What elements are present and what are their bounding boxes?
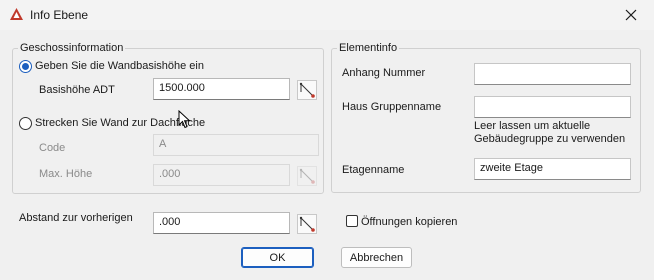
oeffnungen-kopieren-checkbox[interactable] <box>346 215 358 227</box>
pick-point-button[interactable] <box>297 80 317 100</box>
window-title: Info Ebene <box>30 8 89 22</box>
max-hoehe-input: .000 <box>153 164 290 186</box>
basishoehe-label: Basishöhe ADT <box>39 84 115 96</box>
anhang-nummer-input[interactable] <box>474 63 631 85</box>
etagenname-input[interactable]: zweite Etage <box>474 158 631 180</box>
strecken-radio[interactable] <box>19 117 32 130</box>
pick-point-icon <box>297 80 317 100</box>
wandbasis-radio[interactable] <box>19 60 32 73</box>
app-icon <box>9 7 24 22</box>
oeffnungen-kopieren-label[interactable]: Öffnungen kopieren <box>361 216 457 228</box>
anhang-nummer-label: Anhang Nummer <box>342 67 426 79</box>
abstand-label: Abstand zur vorherigen <box>19 212 133 224</box>
haus-gruppenname-input[interactable] <box>474 96 631 118</box>
ok-button[interactable]: OK <box>241 247 314 268</box>
abstand-input[interactable]: .000 <box>153 212 290 234</box>
code-label: Code <box>39 142 66 154</box>
abstand-pick-button[interactable] <box>297 214 317 234</box>
max-hoehe-label: Max. Höhe <box>39 168 93 180</box>
close-button[interactable] <box>608 0 654 30</box>
elementinfo-label: Elementinfo <box>337 42 400 54</box>
pick-point-icon <box>297 166 317 186</box>
wandbasis-radio-label[interactable]: Geben Sie die Wandbasishöhe ein <box>35 60 204 72</box>
haus-gruppenname-label: Haus Gruppenname <box>342 101 442 113</box>
abbrechen-button[interactable]: Abbrechen <box>341 247 412 268</box>
title-bar: Info Ebene <box>0 0 654 30</box>
code-input: A <box>153 134 319 156</box>
pick-point-icon <box>297 214 317 234</box>
close-icon <box>625 9 637 21</box>
etagenname-label: Etagenname <box>342 164 405 176</box>
mouse-cursor-icon <box>178 109 192 130</box>
max-hoehe-pick-button <box>297 166 317 186</box>
hint-line-1: Leer lassen um aktuelle <box>474 120 591 132</box>
geschossinformation-label: Geschossinformation <box>18 42 126 54</box>
hint-line-2: Gebäudegruppe zu verwenden <box>474 133 626 145</box>
basishoehe-input[interactable]: 1500.000 <box>153 78 290 100</box>
